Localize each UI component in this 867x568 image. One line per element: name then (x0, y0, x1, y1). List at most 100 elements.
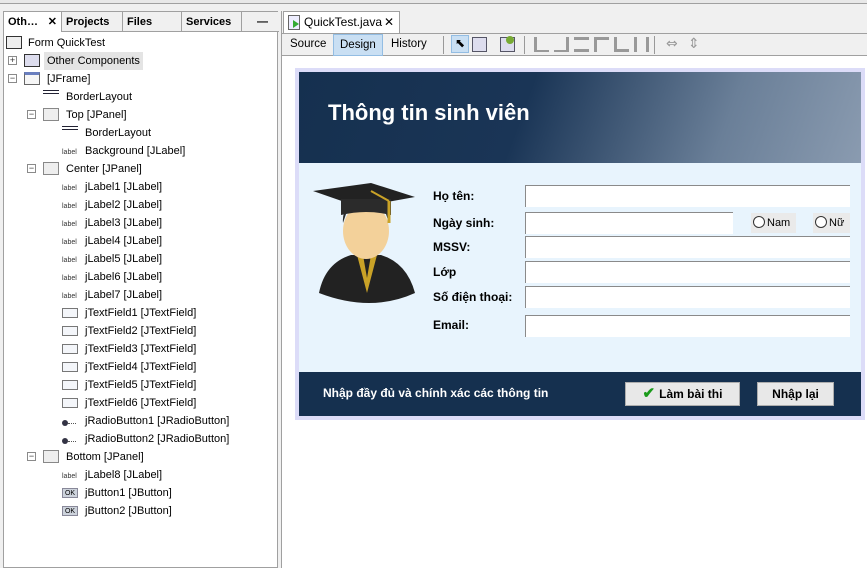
tree-item-label: Background [JLabel] (85, 145, 186, 157)
connection-mode-icon[interactable] (472, 37, 487, 52)
tab-services[interactable]: Services (182, 12, 242, 32)
expander-icon[interactable]: − (27, 452, 36, 461)
center-horizontal-icon[interactable] (574, 37, 589, 52)
tree-item-label: Center [JPanel] (66, 163, 142, 175)
expander-icon[interactable]: − (27, 164, 36, 173)
form-icon (6, 36, 22, 49)
textfield-icon (62, 380, 78, 390)
label-student-id: MSSV: (433, 240, 471, 254)
tree-item-label: jLabel7 [JLabel] (85, 289, 163, 301)
tree-item-label: jRadioButton1 [JRadioButton] (85, 415, 230, 427)
tree-item[interactable]: BorderLayout (4, 88, 277, 106)
tree-item-label: jTextField1 [JTextField] (85, 307, 197, 319)
close-icon[interactable]: ✕ (384, 12, 394, 33)
expander-icon[interactable]: − (27, 110, 36, 119)
dob-input[interactable] (525, 212, 733, 234)
tree-item[interactable]: + Other Components (4, 52, 277, 70)
tree-item-label: Bottom [JPanel] (66, 451, 144, 463)
align-top-icon[interactable] (594, 37, 609, 52)
tree-item[interactable]: label jLabel4 [JLabel] (4, 232, 277, 250)
tree-item-label: jLabel4 [JLabel] (85, 235, 163, 247)
student-id-input[interactable] (525, 236, 850, 258)
label-phone: Số điện thoại: (433, 290, 513, 304)
tree-item-label: jLabel6 [JLabel] (85, 271, 163, 283)
tab-projects[interactable]: Projects (62, 12, 123, 32)
label-class: Lớp (433, 265, 457, 279)
textfield-icon (62, 362, 78, 372)
tree-item-label: jButton1 [JButton] (85, 487, 172, 499)
panel-icon (43, 108, 59, 121)
tree-item-label: jButton2 [JButton] (85, 505, 172, 517)
view-source[interactable]: Source (284, 34, 332, 56)
align-right-icon[interactable] (554, 37, 569, 52)
tree-item[interactable]: BorderLayout (4, 124, 277, 142)
tree-item[interactable]: label jLabel1 [JLabel] (4, 178, 277, 196)
tree-item[interactable]: jTextField1 [JTextField] (4, 304, 277, 322)
label-icon: label (62, 473, 77, 480)
form-center: Họ tên: Ngày sinh: MSSV: Lớp Số điện tho… (299, 163, 861, 372)
center-vertical-icon[interactable] (634, 37, 649, 52)
editor-tab-quicktest[interactable]: QuickTest.java ✕ (283, 11, 400, 34)
phone-input[interactable] (525, 286, 850, 308)
view-history[interactable]: History (385, 34, 433, 56)
tree-item[interactable]: − Center [JPanel] (4, 160, 277, 178)
tree-item[interactable]: label jLabel2 [JLabel] (4, 196, 277, 214)
tree-item[interactable]: jTextField2 [JTextField] (4, 322, 277, 340)
tree-item[interactable]: label jLabel3 [JLabel] (4, 214, 277, 232)
align-bottom-icon[interactable] (614, 37, 629, 52)
tree-item[interactable]: label jLabel7 [JLabel] (4, 286, 277, 304)
tree-item-label: jTextField6 [JTextField] (85, 397, 197, 409)
tree-item[interactable]: jTextField6 [JTextField] (4, 394, 277, 412)
panel-icon (43, 162, 59, 175)
layout-icon (43, 90, 59, 103)
view-design[interactable]: Design (333, 34, 383, 56)
resize-horizontal-icon[interactable]: ⇔ (666, 37, 681, 52)
email-input[interactable] (525, 315, 850, 337)
minimize-icon[interactable]: — (242, 12, 279, 32)
tab-other[interactable]: Oth… ✕ (4, 12, 62, 32)
tree-item[interactable]: − [JFrame] (4, 70, 277, 88)
name-input[interactable] (525, 185, 850, 207)
tree-item[interactable]: OK jButton1 [JButton] (4, 484, 277, 502)
graduate-avatar-icon (313, 183, 415, 303)
tree-item-label: BorderLayout (85, 127, 152, 139)
tree-item[interactable]: − Bottom [JPanel] (4, 448, 277, 466)
expander-icon[interactable]: + (8, 56, 17, 65)
tree-item[interactable]: jTextField4 [JTextField] (4, 358, 277, 376)
footer-message: Nhập đầy đủ và chính xác các thông tin (323, 386, 549, 400)
tree-item-label: jTextField2 [JTextField] (85, 325, 197, 337)
label-icon: label (62, 185, 77, 192)
label-icon: label (62, 293, 77, 300)
tree-item[interactable]: jRadioButton1 [JRadioButton] (4, 412, 277, 430)
tree-item-label: Other Components (44, 52, 143, 70)
tree-item[interactable]: label Background [JLabel] (4, 142, 277, 160)
label-icon: label (62, 221, 77, 228)
class-input[interactable] (525, 261, 850, 283)
radio-female[interactable]: Nữ (813, 213, 850, 233)
align-left-icon[interactable] (534, 37, 549, 52)
label-icon: label (62, 275, 77, 282)
tree-item[interactable]: − Top [JPanel] (4, 106, 277, 124)
resize-vertical-icon[interactable]: ⇕ (688, 37, 703, 52)
tree-item[interactable]: label jLabel6 [JLabel] (4, 268, 277, 286)
preview-design-icon[interactable] (500, 36, 515, 52)
label-dob: Ngày sinh: (433, 216, 495, 230)
tree-item[interactable]: label jLabel5 [JLabel] (4, 250, 277, 268)
tree-item[interactable]: jTextField3 [JTextField] (4, 340, 277, 358)
tree-item[interactable]: jRadioButton2 [JRadioButton] (4, 430, 277, 448)
tree-item-label: jTextField5 [JTextField] (85, 379, 197, 391)
radio-male[interactable]: Nam (751, 213, 796, 233)
selection-mode-icon[interactable]: ⬉ (451, 35, 469, 53)
textfield-icon (62, 308, 78, 318)
close-icon[interactable]: ✕ (48, 12, 57, 32)
tree-item[interactable]: jTextField5 [JTextField] (4, 376, 277, 394)
submit-button[interactable]: ✔ Làm bài thi (625, 382, 740, 406)
reset-button[interactable]: Nhập lại (757, 382, 834, 406)
form-title: Thông tin sinh viên (328, 100, 530, 125)
tab-files[interactable]: Files (123, 12, 182, 32)
tree-item[interactable]: OK jButton2 [JButton] (4, 502, 277, 520)
tree-item[interactable]: Form QuickTest (4, 34, 277, 52)
expander-icon[interactable]: − (8, 74, 17, 83)
tree-item-label: jTextField4 [JTextField] (85, 361, 197, 373)
tree-item[interactable]: label jLabel8 [JLabel] (4, 466, 277, 484)
